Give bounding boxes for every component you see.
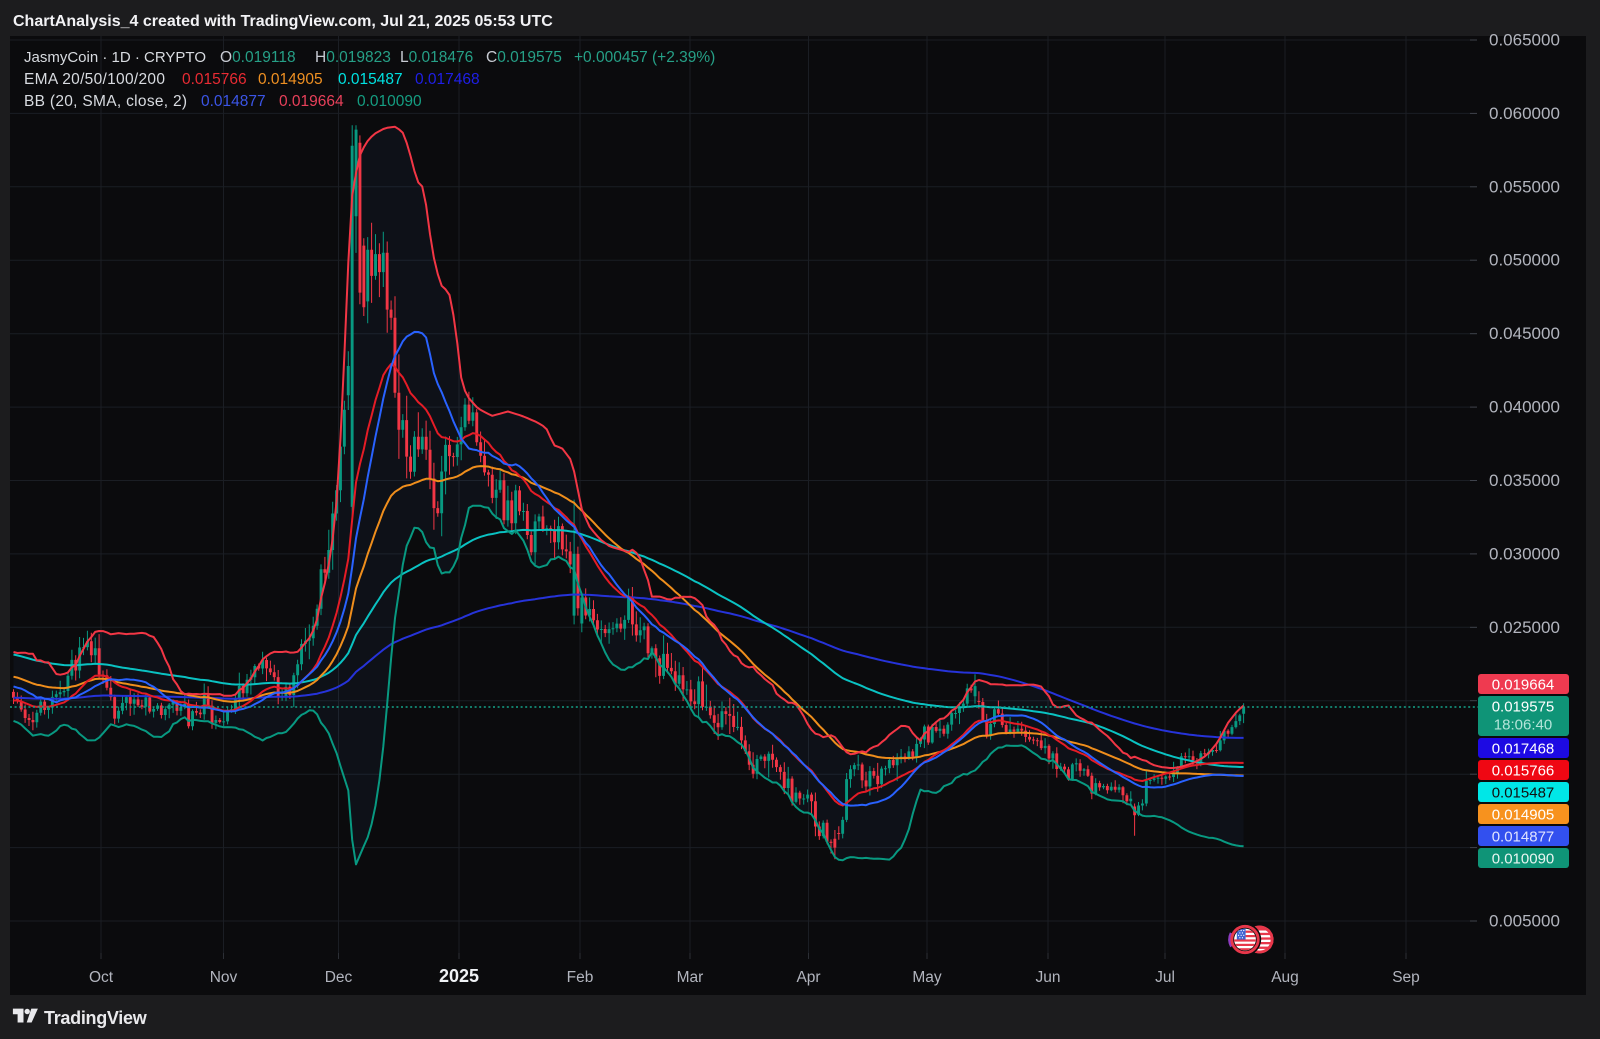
svg-text:0.015766: 0.015766 <box>182 71 247 88</box>
svg-text:0.015487: 0.015487 <box>338 71 403 88</box>
svg-text:0.019664: 0.019664 <box>279 93 344 110</box>
svg-text:ChartAnalysis_4 created with T: ChartAnalysis_4 created with TradingView… <box>13 13 553 30</box>
svg-text:0.014877: 0.014877 <box>1492 829 1555 846</box>
svg-text:Aug: Aug <box>1271 969 1299 986</box>
svg-text:0.035000: 0.035000 <box>1489 471 1560 490</box>
svg-text:H0.019823: H0.019823 <box>315 49 391 66</box>
svg-text:0.017468: 0.017468 <box>1492 741 1555 758</box>
svg-text:0.019664: 0.019664 <box>1492 677 1555 694</box>
svg-text:0.017468: 0.017468 <box>415 71 480 88</box>
svg-text:0.040000: 0.040000 <box>1489 398 1560 417</box>
svg-text:Dec: Dec <box>325 969 353 986</box>
svg-text:EMA 20/50/100/200: EMA 20/50/100/200 <box>24 71 165 88</box>
svg-text:Feb: Feb <box>567 969 594 986</box>
svg-text:0.010090: 0.010090 <box>357 93 422 110</box>
svg-text:Jul: Jul <box>1155 969 1175 986</box>
svg-text:Mar: Mar <box>677 969 704 986</box>
svg-text:Jun: Jun <box>1036 969 1061 986</box>
svg-text:0.065000: 0.065000 <box>1489 31 1560 50</box>
svg-text:2025: 2025 <box>439 966 479 986</box>
svg-text:0.030000: 0.030000 <box>1489 544 1560 563</box>
svg-text:Oct: Oct <box>89 969 114 986</box>
svg-text:0.045000: 0.045000 <box>1489 324 1560 343</box>
svg-text:0.015766: 0.015766 <box>1492 763 1555 780</box>
svg-text:0.015487: 0.015487 <box>1492 785 1555 802</box>
svg-text:0.055000: 0.055000 <box>1489 177 1560 196</box>
svg-text:+0.000457 (+2.39%): +0.000457 (+2.39%) <box>574 49 715 66</box>
svg-text:May: May <box>912 969 942 986</box>
svg-text:0.010090: 0.010090 <box>1492 851 1555 868</box>
svg-text:0.060000: 0.060000 <box>1489 104 1560 123</box>
svg-text:0.050000: 0.050000 <box>1489 251 1560 270</box>
svg-text:O0.019118: O0.019118 <box>220 49 296 66</box>
svg-text:0.005000: 0.005000 <box>1489 912 1560 931</box>
svg-text:Nov: Nov <box>210 969 238 986</box>
svg-text:BB (20, SMA, close, 2): BB (20, SMA, close, 2) <box>24 93 187 110</box>
svg-text:L0.018476: L0.018476 <box>400 49 473 66</box>
svg-text:0.014877: 0.014877 <box>201 93 266 110</box>
svg-text:JasmyCoin · 1D · CRYPTO: JasmyCoin · 1D · CRYPTO <box>24 49 206 66</box>
svg-text:TradingView: TradingView <box>44 1008 148 1028</box>
svg-text:C0.019575: C0.019575 <box>486 49 562 66</box>
svg-text:0.025000: 0.025000 <box>1489 618 1560 637</box>
svg-text:0.014905: 0.014905 <box>1492 807 1555 824</box>
svg-text:0.019575: 0.019575 <box>1492 699 1555 716</box>
svg-text:18:06:40: 18:06:40 <box>1494 717 1552 734</box>
svg-text:Apr: Apr <box>796 969 820 986</box>
svg-text:Sep: Sep <box>1392 969 1420 986</box>
svg-text:0.014905: 0.014905 <box>258 71 323 88</box>
